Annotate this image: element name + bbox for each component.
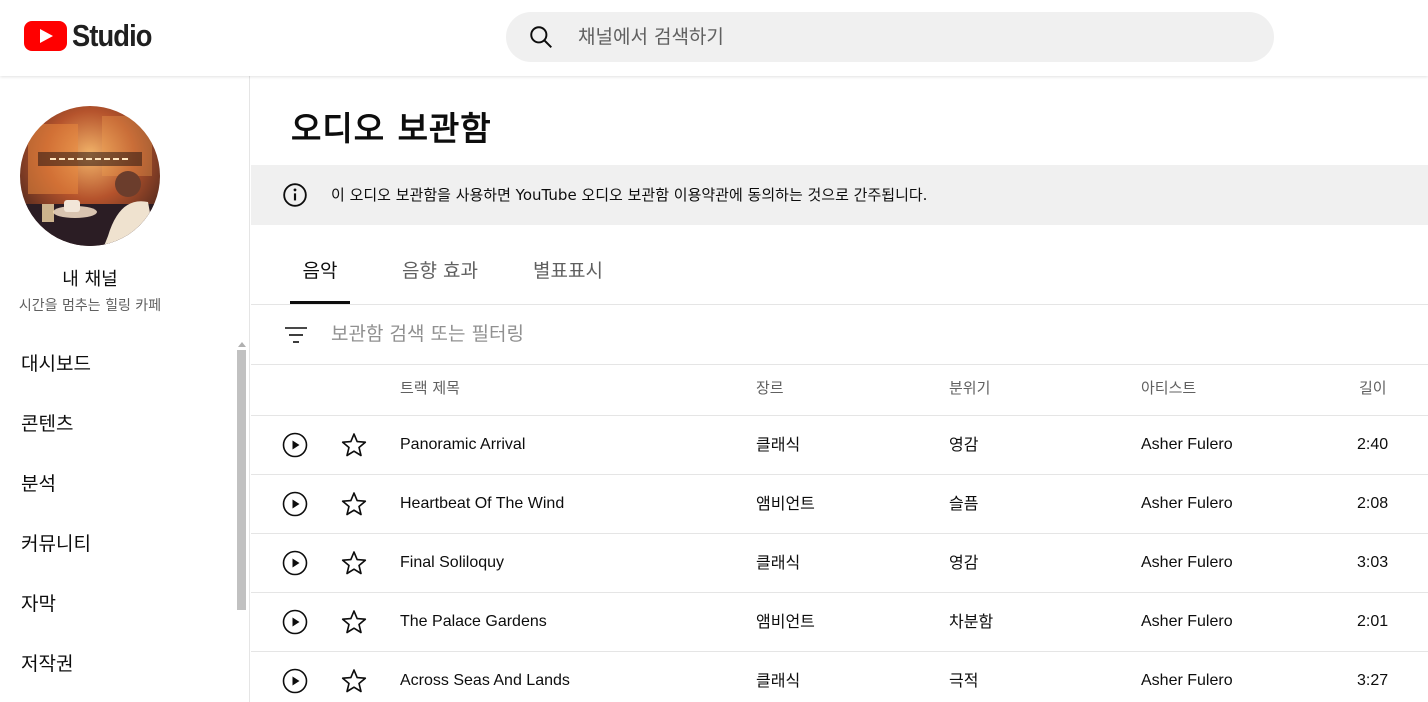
tab-sound-effects[interactable]: 음향 효과 — [395, 248, 485, 304]
tab-starred[interactable]: 별표표시 — [527, 248, 609, 304]
channel-avatar[interactable] — [20, 106, 160, 246]
track-length: 3:27 — [1357, 672, 1389, 689]
track-genre: 앰비언트 — [756, 612, 815, 631]
tab-music[interactable]: 음악 — [290, 248, 350, 304]
scrollbar-thumb[interactable] — [237, 350, 246, 610]
track-title: Heartbeat Of The Wind — [400, 495, 565, 512]
star-icon[interactable] — [340, 608, 368, 636]
column-artist[interactable]: 아티스트 — [1141, 365, 1196, 412]
track-artist: Asher Fulero — [1141, 672, 1233, 689]
track-title: Across Seas And Lands — [400, 672, 570, 689]
play-icon[interactable] — [282, 491, 308, 517]
column-title[interactable]: 트랙 제목 — [400, 365, 460, 412]
info-icon — [283, 183, 307, 207]
filter-icon[interactable] — [284, 323, 308, 347]
track-title: Final Soliloquy — [400, 554, 505, 571]
terms-notice: 이 오디오 보관함을 사용하면 YouTube 오디오 보관함 이용약관에 동의… — [251, 165, 1428, 225]
track-title: The Palace Gardens — [400, 613, 547, 630]
star-icon[interactable] — [340, 667, 368, 695]
track-mood: 극적 — [949, 671, 979, 690]
table-row[interactable]: Final Soliloquy 클래식 영감 Asher Fulero 3:03 — [251, 534, 1428, 593]
logo-text: Studio — [72, 18, 152, 53]
table-row[interactable]: Heartbeat Of The Wind 앰비언트 슬픔 Asher Fule… — [251, 475, 1428, 534]
play-icon[interactable] — [282, 550, 308, 576]
search-input[interactable] — [578, 12, 1238, 62]
search-icon[interactable] — [528, 24, 554, 50]
column-length[interactable]: 길이 — [1359, 365, 1387, 412]
track-genre: 클래식 — [756, 553, 801, 572]
search-bar[interactable] — [506, 12, 1274, 62]
youtube-logo-icon — [24, 21, 67, 51]
star-icon[interactable] — [340, 431, 368, 459]
play-icon[interactable] — [282, 432, 308, 458]
star-icon[interactable] — [340, 549, 368, 577]
track-artist: Asher Fulero — [1141, 495, 1233, 512]
library-tabs: 음악 음향 효과 별표표시 — [251, 248, 1428, 305]
column-mood[interactable]: 분위기 — [949, 365, 990, 412]
sidebar-item-content[interactable]: 콘텐츠 — [0, 394, 236, 454]
play-icon[interactable] — [282, 668, 308, 694]
studio-logo[interactable]: Studio — [24, 18, 162, 54]
track-artist: Asher Fulero — [1141, 554, 1233, 571]
column-genre[interactable]: 장르 — [756, 365, 784, 412]
sidebar-item-copyright[interactable]: 저작권 — [0, 634, 236, 694]
track-artist: Asher Fulero — [1141, 436, 1233, 453]
notice-text: 이 오디오 보관함을 사용하면 YouTube 오디오 보관함 이용약관에 동의… — [331, 186, 928, 204]
track-length: 3:03 — [1357, 554, 1389, 571]
track-mood: 영감 — [949, 553, 979, 572]
sidebar-item-dashboard[interactable]: 대시보드 — [0, 334, 236, 394]
track-mood: 슬픔 — [949, 494, 979, 513]
page-title: 오디오 보관함 — [291, 109, 492, 148]
track-length: 2:01 — [1357, 613, 1389, 630]
track-genre: 클래식 — [756, 435, 801, 454]
play-icon[interactable] — [282, 609, 308, 635]
track-genre: 앰비언트 — [756, 494, 815, 513]
table-row[interactable]: Panoramic Arrival 클래식 영감 Asher Fulero 2:… — [251, 416, 1428, 475]
star-icon[interactable] — [340, 490, 368, 518]
filter-bar — [251, 305, 1428, 365]
channel-name: 시간을 멈추는 힐링 카페 — [18, 298, 162, 314]
track-mood: 영감 — [949, 435, 979, 454]
top-header: Studio — [0, 0, 1428, 76]
channel-label: 내 채널 — [62, 269, 118, 290]
sidebar-item-analytics[interactable]: 분석 — [0, 454, 236, 514]
track-length: 2:40 — [1357, 436, 1389, 453]
table-row[interactable]: The Palace Gardens 앰비언트 차분함 Asher Fulero… — [251, 593, 1428, 652]
sidebar: 내 채널 시간을 멈추는 힐링 카페 대시보드 콘텐츠 분석 커뮤니티 자막 저… — [0, 76, 250, 702]
filter-input[interactable] — [331, 305, 1031, 363]
track-mood: 차분함 — [949, 612, 994, 631]
table-header: 트랙 제목 장르 분위기 아티스트 길이 — [251, 365, 1428, 416]
track-artist: Asher Fulero — [1141, 613, 1233, 630]
sidebar-nav: 대시보드 콘텐츠 분석 커뮤니티 자막 저작권 — [0, 334, 236, 694]
track-length: 2:08 — [1357, 495, 1389, 512]
scroll-up-arrow-icon[interactable] — [238, 342, 246, 347]
sidebar-item-community[interactable]: 커뮤니티 — [0, 514, 236, 574]
main-content: 오디오 보관함 이 오디오 보관함을 사용하면 YouTube 오디오 보관함 … — [251, 76, 1428, 702]
track-table: 트랙 제목 장르 분위기 아티스트 길이 Panoramic Arrival 클… — [251, 365, 1428, 702]
sidebar-scrollbar[interactable] — [236, 342, 247, 702]
table-row[interactable]: Across Seas And Lands 클래식 극적 Asher Fuler… — [251, 652, 1428, 702]
track-genre: 클래식 — [756, 671, 801, 690]
sidebar-item-subtitles[interactable]: 자막 — [0, 574, 236, 634]
track-title: Panoramic Arrival — [400, 436, 526, 453]
